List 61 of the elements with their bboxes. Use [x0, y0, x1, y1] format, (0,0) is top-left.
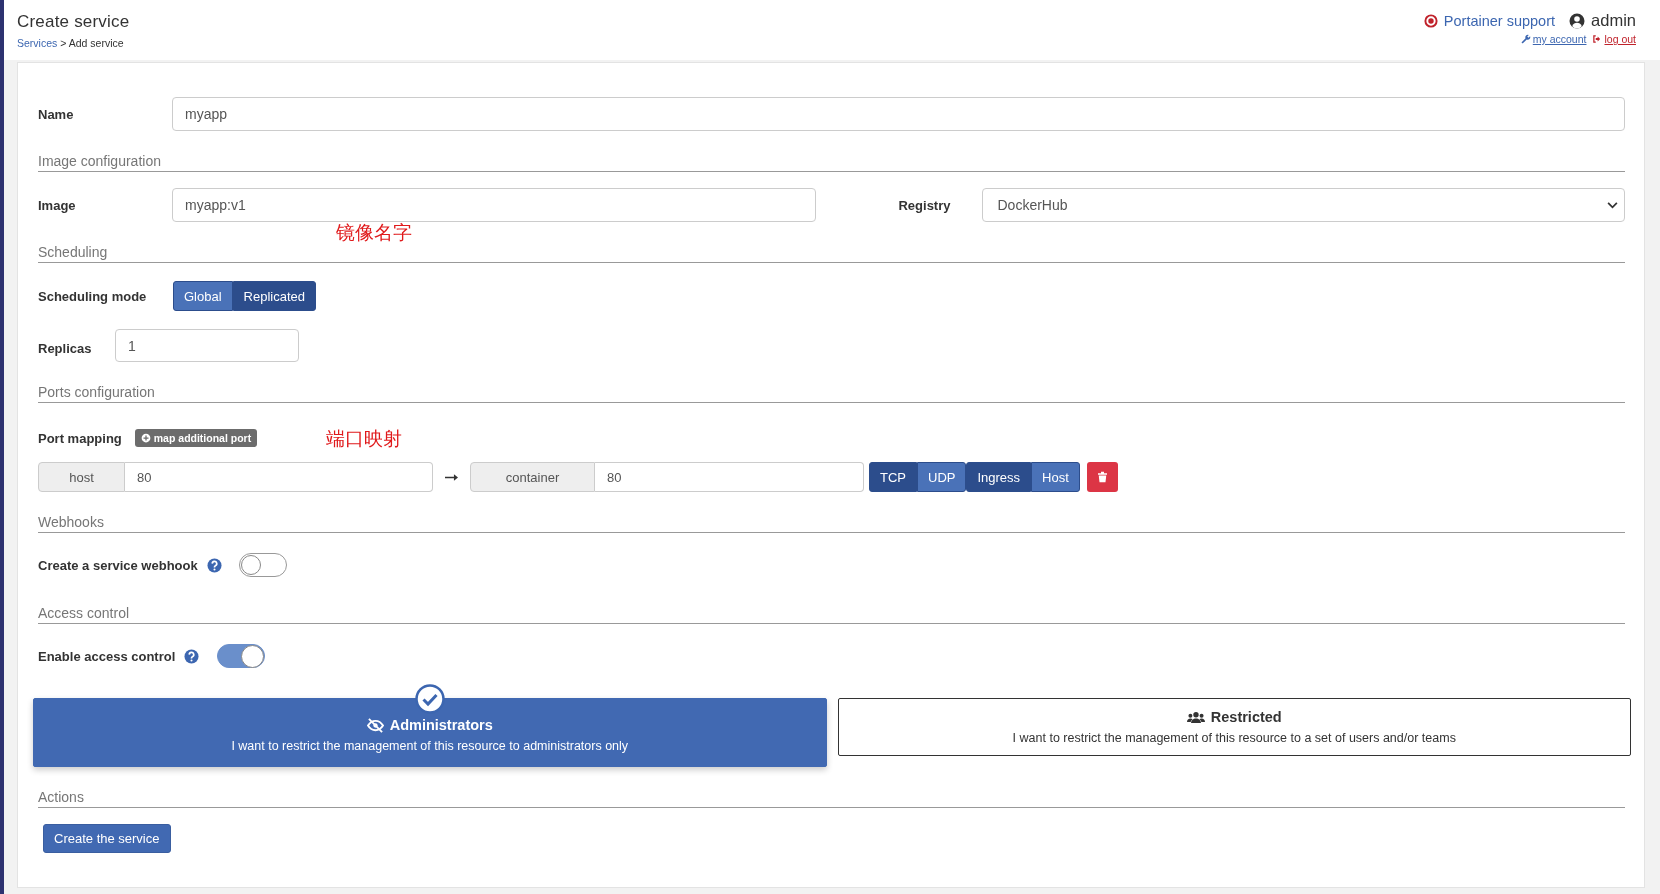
- segment-button[interactable]: Ingress: [966, 462, 1032, 492]
- field-label: Enable access control: [38, 648, 176, 664]
- page-title: Create service: [17, 12, 130, 32]
- support-icon: [1423, 13, 1438, 28]
- input-field[interactable]: myapp:v1: [172, 188, 816, 222]
- option-description: I want to restrict the management of this resource to a set of users and/or teams: [1012, 731, 1456, 745]
- toggle-switch[interactable]: [238, 553, 287, 577]
- users-icon: [1186, 710, 1205, 724]
- input-field[interactable]: 80: [595, 462, 864, 492]
- section-heading: Access control: [38, 605, 1625, 624]
- segment-button[interactable]: Host: [1031, 462, 1080, 492]
- annotation-text: 端口映射: [326, 429, 402, 449]
- section-heading: Scheduling: [38, 244, 1625, 263]
- add-port-button[interactable]: map additional port: [134, 429, 258, 447]
- breadcrumb-link[interactable]: Services: [17, 37, 58, 49]
- plus-circle-icon: [140, 433, 151, 443]
- eye-slash-icon: [366, 717, 384, 733]
- option-description: I want to restrict the management of this resource to administrators only: [231, 739, 629, 753]
- breadcrumb-current: > Add service: [60, 37, 124, 49]
- trash-icon: [1096, 471, 1108, 483]
- registry-select[interactable]: DockerHub: [981, 188, 1625, 222]
- field-label: Image: [38, 197, 77, 213]
- section-heading: Actions: [38, 789, 1625, 808]
- field-label: Port mapping: [38, 430, 122, 446]
- arrow-right-icon: [445, 472, 458, 482]
- support-link[interactable]: Portainer support: [1443, 12, 1556, 29]
- field-label: Create a service webhook: [38, 557, 198, 573]
- segment-button[interactable]: Global: [173, 281, 233, 311]
- help-icon: [184, 648, 200, 664]
- create-button[interactable]: Create the service: [43, 824, 171, 853]
- access-option-card[interactable]: Restricted I want to restrict the management of this resource to a set of users and/or teams: [837, 698, 1631, 756]
- annotation-text: 镜像名字: [336, 223, 412, 243]
- segment-button[interactable]: Replicated: [232, 281, 316, 311]
- log-out-link[interactable]: log out: [1592, 33, 1636, 45]
- check-circle-icon: [414, 684, 445, 714]
- caret-icon: [1607, 201, 1618, 209]
- segment-button[interactable]: TCP: [869, 462, 917, 492]
- addon-label: host: [38, 462, 125, 492]
- wrench-icon: [1520, 34, 1531, 44]
- field-label: Name: [38, 106, 75, 122]
- field-label: Replicas: [38, 341, 93, 356]
- option-title: Administrators: [389, 717, 493, 733]
- field-label: Registry: [897, 197, 952, 213]
- toggle-switch[interactable]: [217, 644, 266, 668]
- section-heading: Ports configuration: [38, 384, 1625, 403]
- option-title: Restricted: [1210, 709, 1282, 725]
- section-heading: Webhooks: [38, 514, 1625, 533]
- help-icon: [206, 557, 222, 573]
- segment-button[interactable]: UDP: [917, 462, 967, 492]
- access-option-card[interactable]: Administrators I want to restrict the management of this resource to administrators only: [33, 698, 827, 767]
- input-field[interactable]: 1: [115, 329, 299, 362]
- username: admin: [1591, 11, 1636, 30]
- my-account-link[interactable]: my account: [1520, 33, 1587, 45]
- field-label: Scheduling mode: [38, 288, 148, 304]
- input-field[interactable]: 80: [125, 462, 433, 492]
- delete-button[interactable]: [1086, 462, 1118, 492]
- user-icon: [1569, 12, 1586, 29]
- section-heading: Image configuration: [38, 153, 1625, 172]
- sign-out-icon: [1592, 34, 1603, 44]
- input-field[interactable]: myapp: [172, 97, 1625, 131]
- addon-label: container: [470, 462, 595, 492]
